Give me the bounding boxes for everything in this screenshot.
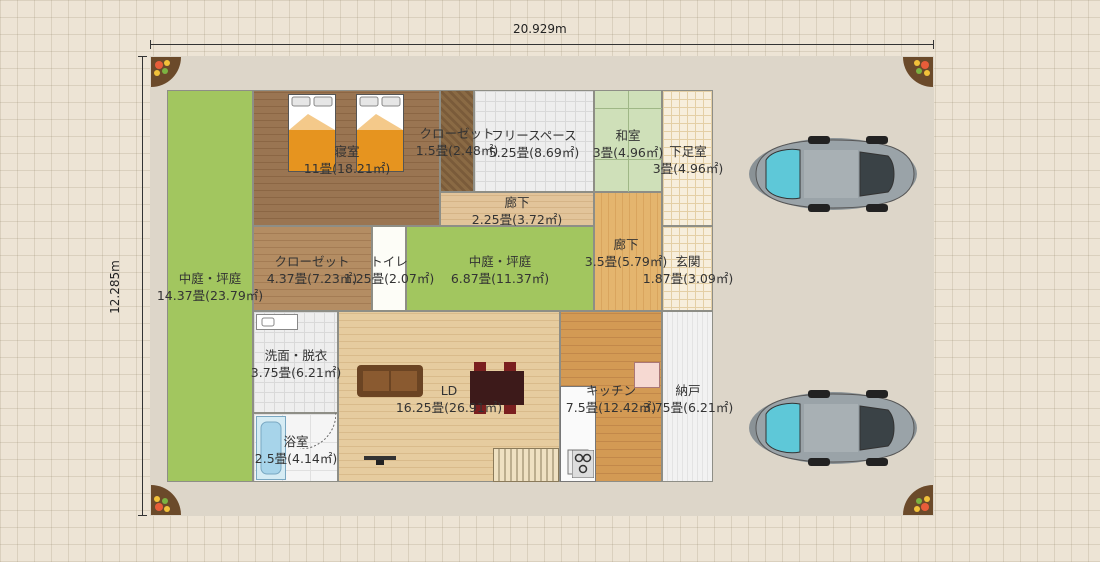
room-name: 浴室 [283, 434, 309, 449]
room-name: トイレ [370, 254, 408, 269]
height-dimension-label: 12.285m [107, 260, 122, 314]
sink-icon [256, 314, 298, 330]
room-area: 16.25畳(26.91㎡) [395, 400, 503, 415]
car-icon [749, 136, 917, 212]
label-closet-top: クローゼット 1.5畳(2.48㎡) [416, 125, 498, 159]
label-toilet: トイレ 1.25畳(2.07㎡) [344, 253, 434, 287]
room-area: 3.75畳(6.21㎡) [642, 400, 734, 415]
label-shoe-room: 下足室 3畳(4.96㎡) [653, 143, 724, 177]
width-dimension-tick-left [150, 40, 151, 49]
tv-icon [364, 456, 396, 465]
plant-icon [903, 485, 933, 515]
label-storage: 納戸 3.75畳(6.21㎡) [643, 382, 733, 416]
label-ld: LD 16.25畳(26.91㎡) [396, 382, 502, 416]
plant-icon [151, 57, 181, 87]
room-area: 6.87畳(11.37㎡) [450, 271, 550, 286]
room-name: 中庭・坪庭 [178, 271, 242, 286]
tatami-line [595, 108, 663, 109]
room-area: 2.25畳(3.72㎡) [471, 212, 563, 227]
room-area: 3畳(4.96㎡) [652, 161, 724, 176]
stairs-icon [493, 448, 559, 482]
stove-icon [572, 450, 594, 478]
label-bedroom: 寝室 11畳(18.21㎡) [304, 143, 390, 177]
label-washroom: 洗面・脱衣 3.75畳(6.21㎡) [251, 347, 341, 381]
room-area: 11畳(18.21㎡) [303, 161, 391, 176]
room-area: 1.87畳(3.09㎡) [642, 271, 734, 286]
room-name: 下足室 [669, 144, 707, 159]
room-name: クローゼット [419, 126, 495, 141]
room-area: 14.37畳(23.79㎡) [156, 288, 264, 303]
label-courtyard-left: 中庭・坪庭 14.37畳(23.79㎡) [157, 270, 263, 304]
label-hallway-top: 廊下 2.25畳(3.72㎡) [472, 194, 562, 228]
room-area: 5.25畳(8.69㎡) [488, 145, 580, 160]
label-entrance: 玄関 1.87畳(3.09㎡) [643, 253, 733, 287]
label-courtyard-center: 中庭・坪庭 6.87畳(11.37㎡) [451, 253, 549, 287]
room-name: 和室 [615, 128, 641, 143]
room-name: 寝室 [334, 144, 360, 159]
room-area: 2.5畳(4.14㎡) [254, 451, 338, 466]
plant-icon [151, 485, 181, 515]
room-name: 中庭・坪庭 [468, 254, 532, 269]
room-name: 納戸 [675, 383, 701, 398]
room-name: LD [440, 383, 458, 398]
width-dimension-label: 20.929m [513, 22, 567, 36]
room-area: 3.75畳(6.21㎡) [250, 365, 342, 380]
width-dimension-tick-right [933, 40, 934, 49]
car-icon [749, 390, 917, 466]
room-name: 玄関 [675, 254, 701, 269]
room-name: 廊下 [613, 237, 639, 252]
room-area: 1.5畳(2.48㎡) [415, 143, 499, 158]
height-dimension-tick-bottom [138, 515, 147, 516]
room-name: 洗面・脱衣 [264, 348, 328, 363]
room-area: 1.25畳(2.07㎡) [343, 271, 435, 286]
label-bathroom: 浴室 2.5畳(4.14㎡) [255, 433, 337, 467]
height-dimension-tick-top [138, 56, 147, 57]
room-name: フリースペース [491, 128, 577, 143]
width-dimension-line [150, 44, 934, 45]
height-dimension-line [142, 56, 143, 516]
plant-icon [903, 57, 933, 87]
room-name: 廊下 [504, 195, 530, 210]
label-free-space: フリースペース 5.25畳(8.69㎡) [489, 127, 579, 161]
